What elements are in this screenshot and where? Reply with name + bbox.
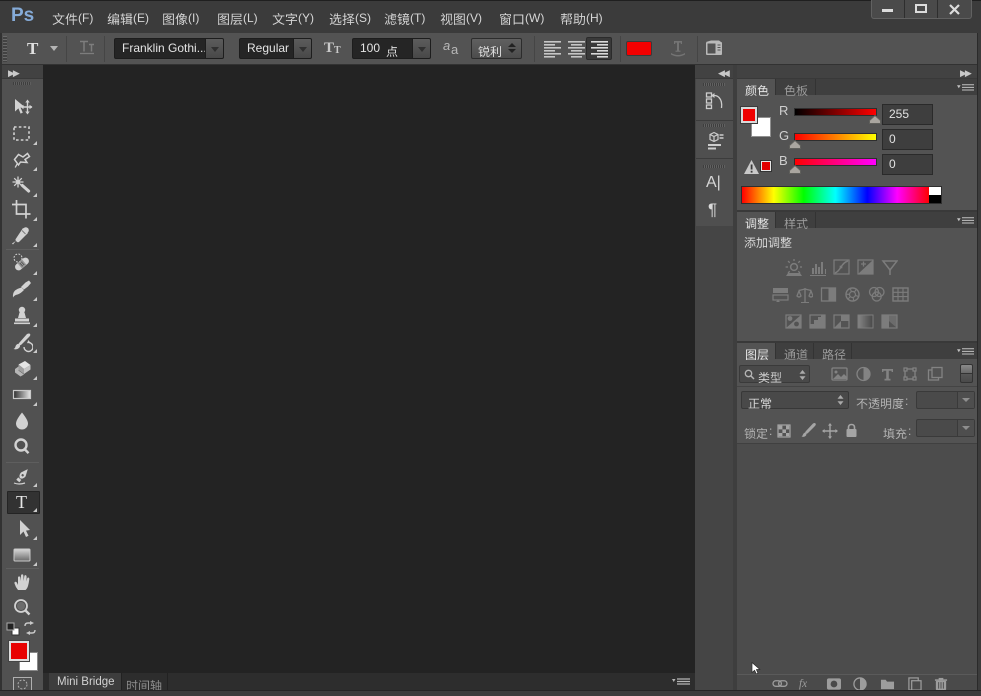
- svg-text:fx: fx: [799, 678, 807, 690]
